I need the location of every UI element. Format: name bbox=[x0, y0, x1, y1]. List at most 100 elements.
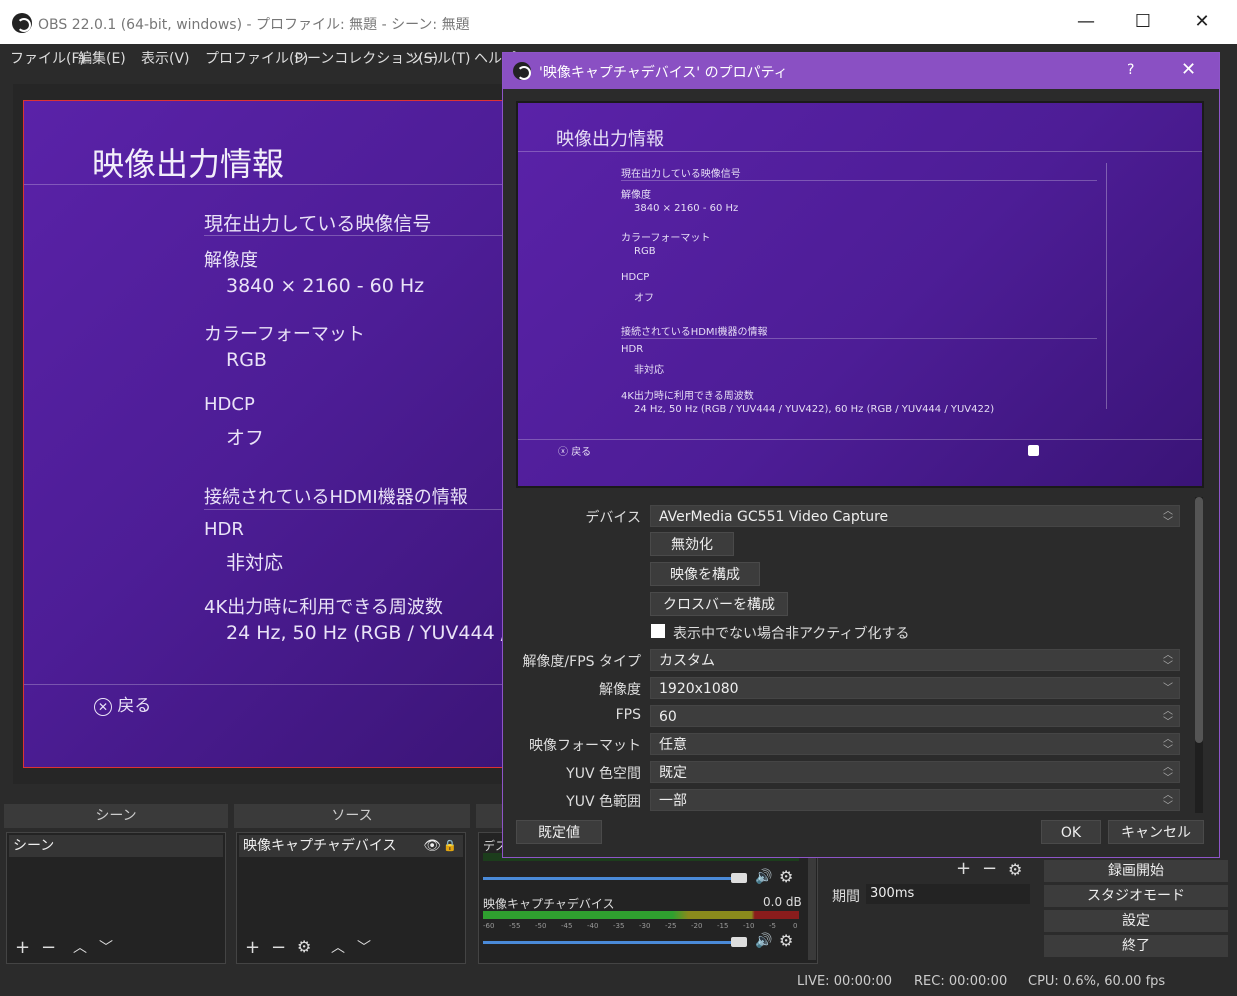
dialog-scrollbar[interactable] bbox=[1195, 497, 1203, 813]
deactivate-label: 表示中でない場合非アクティブ化する bbox=[673, 626, 910, 642]
divider bbox=[1106, 163, 1107, 409]
yuv-space-select[interactable]: 既定 ︿ ﹀ bbox=[650, 761, 1180, 784]
tick-label: 0 bbox=[793, 922, 798, 930]
yuv-range-label: YUV 色範囲 bbox=[566, 794, 641, 810]
fps-select[interactable]: 60 ︿ ﹀ bbox=[650, 705, 1180, 728]
dp-hdr-label: HDR bbox=[621, 344, 644, 355]
res-type-label: 解像度/FPS タイプ bbox=[522, 654, 641, 670]
tick-label: -5 bbox=[769, 922, 776, 930]
resolution-value: 1920x1080 bbox=[659, 681, 739, 697]
exit-button[interactable]: 終了 bbox=[1044, 935, 1228, 957]
studio-mode-button[interactable]: スタジオモード bbox=[1044, 885, 1228, 907]
source-up-icon[interactable]: ︿ bbox=[331, 937, 345, 957]
tick-label: -15 bbox=[717, 922, 729, 930]
menu-tools[interactable]: ツール(T) bbox=[409, 48, 470, 68]
ch1-slider-knob[interactable] bbox=[731, 873, 747, 883]
yuv-range-value: 一部 bbox=[659, 793, 687, 809]
preview-area: 映像出力情報 現在出力している映像信号 解像度 3840 × 2160 - 60… bbox=[13, 84, 510, 784]
settings-button[interactable]: 設定 bbox=[1044, 910, 1228, 932]
status-bar: LIVE: 00:00:00 REC: 00:00:00 CPU: 0.6%, … bbox=[0, 968, 1237, 996]
yuv-range-select[interactable]: 一部 ︿ ﹀ bbox=[650, 789, 1180, 812]
maximize-icon[interactable]: ☐ bbox=[1123, 8, 1163, 36]
preview-hdr-value: 非対応 bbox=[226, 552, 284, 574]
fps-value: 60 bbox=[659, 709, 677, 725]
scenes-header: シーン bbox=[4, 804, 228, 828]
preview-hdr-label: HDR bbox=[204, 519, 244, 540]
remove-source-icon[interactable]: − bbox=[271, 937, 286, 958]
source-item-label: 映像キャプチャデバイス bbox=[243, 838, 397, 854]
ok-button[interactable]: OK bbox=[1041, 820, 1101, 844]
transition-gear-icon[interactable]: ⚙ bbox=[1008, 860, 1022, 879]
close-icon[interactable]: ✕ bbox=[1182, 8, 1222, 36]
preview-canvas[interactable]: 映像出力情報 現在出力している映像信号 解像度 3840 × 2160 - 60… bbox=[23, 100, 510, 768]
duration-label: 期間 bbox=[832, 889, 860, 905]
preview-hdcp-value: オフ bbox=[226, 427, 265, 449]
add-scene-icon[interactable]: + bbox=[15, 937, 30, 958]
duration-value: 300ms bbox=[870, 886, 915, 901]
add-source-icon[interactable]: + bbox=[245, 937, 260, 958]
remove-transition-icon[interactable]: − bbox=[982, 858, 997, 879]
ch1-volume-slider[interactable] bbox=[483, 877, 739, 880]
scene-up-icon[interactable]: ︿ bbox=[73, 937, 87, 957]
circle-x-icon: ⓧ bbox=[558, 447, 568, 458]
res-type-select[interactable]: カスタム ︿ ﹀ bbox=[650, 649, 1180, 672]
menu-edit[interactable]: 編集(E) bbox=[78, 48, 126, 68]
divider bbox=[24, 684, 510, 685]
dp-hdcp-value: オフ bbox=[634, 293, 654, 304]
updown-icon: ︿ ﹀ bbox=[1163, 734, 1173, 756]
disable-button[interactable]: 無効化 bbox=[650, 532, 734, 556]
ch1-gear-icon[interactable]: ⚙ bbox=[779, 867, 793, 886]
remove-scene-icon[interactable]: − bbox=[41, 937, 56, 958]
preview-color-label: カラーフォーマット bbox=[204, 324, 365, 345]
speaker-icon[interactable]: 🔊 bbox=[755, 869, 772, 885]
help-button[interactable]: ? bbox=[1127, 62, 1134, 78]
dp-freq-label: 4K出力時に利用できる周波数 bbox=[621, 391, 754, 402]
dp-back: ⓧ 戻る bbox=[558, 443, 591, 458]
dp-back-label: 戻る bbox=[571, 447, 592, 458]
minimize-icon[interactable]: — bbox=[1066, 8, 1106, 36]
ch2-meter bbox=[483, 911, 799, 919]
deactivate-checkbox[interactable] bbox=[651, 624, 665, 638]
speaker-icon[interactable]: 🔊 bbox=[755, 933, 772, 949]
dialog-preview-canvas: 映像出力情報 現在出力している映像信号 解像度 3840 × 2160 - 60… bbox=[518, 103, 1202, 486]
tick-label: -30 bbox=[639, 922, 651, 930]
live-status: LIVE: 00:00:00 bbox=[797, 974, 893, 989]
eye-icon[interactable]: 👁 bbox=[423, 835, 441, 857]
start-recording-button[interactable]: 録画開始 bbox=[1044, 860, 1228, 882]
source-item[interactable]: 映像キャプチャデバイス 👁 🔒 bbox=[239, 835, 463, 857]
divider bbox=[204, 509, 510, 510]
preview-back: ✕ 戻る bbox=[94, 691, 151, 716]
scrollbar-thumb[interactable] bbox=[1195, 497, 1203, 743]
defaults-button[interactable]: 既定値 bbox=[516, 820, 602, 844]
preview-back-label: 戻る bbox=[117, 696, 152, 716]
ch2-gear-icon[interactable]: ⚙ bbox=[779, 931, 793, 950]
configure-crossbar-button[interactable]: クロスバーを構成 bbox=[650, 592, 788, 616]
resolution-select[interactable]: 1920x1080 ﹀ bbox=[650, 677, 1180, 699]
lock-icon[interactable]: 🔒 bbox=[443, 835, 457, 857]
video-format-select[interactable]: 任意 ︿ ﹀ bbox=[650, 733, 1180, 756]
preview-heading: 映像出力情報 bbox=[92, 145, 285, 183]
transitions-dock: + − ⚙ 期間 300ms bbox=[824, 858, 1036, 908]
ch2-volume-slider[interactable] bbox=[483, 941, 739, 944]
dp-res-label: 解像度 bbox=[621, 190, 651, 201]
dp-freq-value: 24 Hz, 50 Hz (RGB / YUV444 / YUV422), 60… bbox=[634, 404, 995, 415]
divider bbox=[621, 180, 1097, 181]
tick-label: -60 bbox=[483, 922, 495, 930]
preview-section2: 接続されているHDMI機器の情報 bbox=[204, 487, 468, 508]
menu-file[interactable]: ファイル(F) bbox=[10, 48, 85, 68]
source-down-icon[interactable]: ﹀ bbox=[357, 937, 371, 957]
duration-input[interactable]: 300ms bbox=[866, 884, 1030, 904]
obs-logo-icon bbox=[12, 13, 32, 33]
cancel-button[interactable]: キャンセル bbox=[1108, 820, 1204, 844]
close-icon[interactable]: ✕ bbox=[1181, 59, 1196, 80]
ch2-slider-knob[interactable] bbox=[731, 937, 747, 947]
sources-header: ソース bbox=[234, 804, 470, 828]
source-gear-icon[interactable]: ⚙ bbox=[297, 937, 311, 956]
menu-view[interactable]: 表示(V) bbox=[141, 48, 190, 68]
scene-down-icon[interactable]: ﹀ bbox=[99, 937, 113, 957]
device-select[interactable]: AVerMedia GC551 Video Capture ︿ ﹀ bbox=[650, 505, 1180, 528]
scene-item[interactable]: シーン bbox=[9, 835, 223, 857]
configure-video-button[interactable]: 映像を構成 bbox=[650, 562, 760, 586]
tick-label: -45 bbox=[561, 922, 573, 930]
add-transition-icon[interactable]: + bbox=[956, 858, 971, 879]
